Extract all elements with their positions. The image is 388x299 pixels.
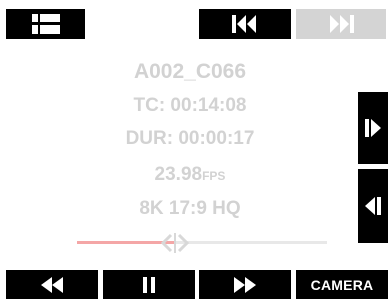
playback-screen: A002_C066 TC: 00:14:08 DUR: 00:00:17 23.… [0,0,388,299]
timecode-display: TC: 00:14:08 [133,95,247,116]
duration-display: DUR: 00:00:17 [125,128,255,149]
fast-forward-button[interactable] [199,270,291,299]
skip-previous-icon [232,15,258,33]
frame-step-back-button[interactable] [358,169,388,243]
menu-button[interactable] [6,9,85,39]
framerate-value: 23.98 [154,164,203,185]
rewind-icon [40,276,64,293]
camera-label: CAMERA [310,276,374,293]
clip-name: A002_C066 [133,60,247,83]
frame-step-forward-button[interactable] [358,92,388,164]
camera-button[interactable]: CAMERA [296,270,388,299]
list-menu-icon [31,14,60,34]
framerate-unit: FPS [202,169,226,183]
frame-step-back-icon [365,197,381,215]
skip-next-icon [328,15,354,33]
rewind-button[interactable] [6,270,98,299]
framerate-display: 23.98FPS [60,164,320,186]
format-display: 8K 17:9 HQ [139,198,241,219]
pause-icon [143,276,155,293]
next-clip-button[interactable] [296,9,386,39]
pause-button[interactable] [103,270,195,299]
previous-clip-button[interactable] [199,9,291,39]
frame-step-forward-icon [365,119,381,137]
playback-scrubber[interactable] [77,232,327,254]
scrubber-handle[interactable] [157,232,193,254]
fast-forward-icon [233,276,257,293]
scrubber-handle-icon [157,233,193,258]
